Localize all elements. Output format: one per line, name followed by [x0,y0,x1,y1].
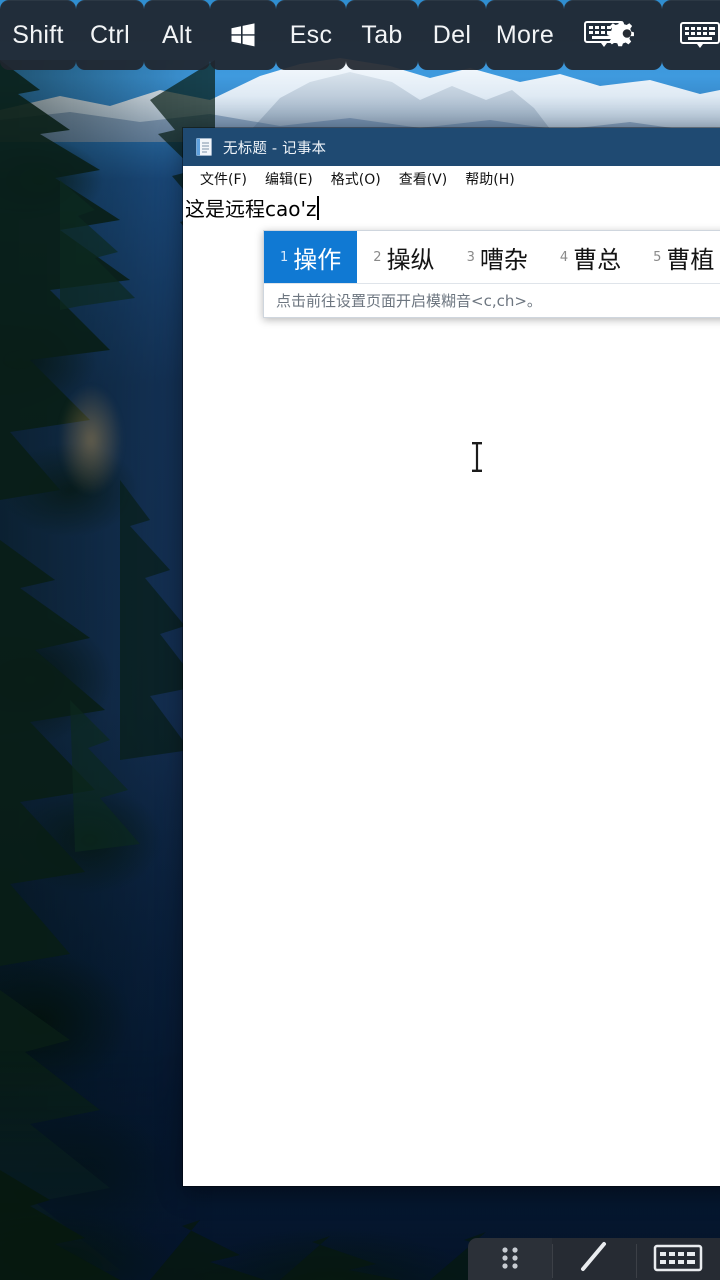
ime-candidate-1-index: 1 [280,249,289,265]
ime-candidate-1-word: 操作 [293,245,342,274]
key-esc-button[interactable]: Esc [276,0,346,70]
notepad-icon [195,137,213,157]
key-ctrl-button[interactable]: Ctrl [76,0,144,70]
ime-candidate-2[interactable]: 2 操纵 [357,231,450,283]
keyboard-settings-icon [582,16,644,54]
ime-candidate-4[interactable]: 4 曹总 [544,231,637,283]
key-del-button[interactable]: Del [418,0,486,70]
ime-candidate-4-index: 4 [559,249,569,265]
ime-candidate-5[interactable]: 5 曹植 [637,231,720,283]
ime-candidate-2-word: 操纵 [386,245,435,274]
back-slash-icon [576,1240,612,1279]
key-alt-label: Alt [161,20,193,49]
ime-candidate-3[interactable]: 3 嘈杂 [451,231,544,283]
keyboard-icon [652,1242,704,1277]
screen: Shift Ctrl Alt Esc Tab Del More 无标题 - 记事… [0,0,720,1280]
key-alt-button[interactable]: Alt [144,0,210,70]
key-del-label: Del [432,20,472,49]
ime-candidate-5-word: 曹植 [666,245,715,274]
key-more-button[interactable]: More [486,0,564,70]
key-esc-label: Esc [289,20,333,49]
key-ctrl-label: Ctrl [89,20,131,49]
ime-candidate-3-index: 3 [466,249,475,265]
notepad-text-area[interactable]: 这是远程cao'z [183,193,720,1186]
notepad-document-text: 这是远程cao'z [185,197,317,221]
ime-hint-bar[interactable]: 点击前往设置页面开启模糊音<c,ch>。 [264,283,720,317]
menu-format[interactable]: 格式(O) [322,167,390,191]
menu-file[interactable]: 文件(F) [191,167,256,191]
ime-candidate-5-index: 5 [653,249,662,265]
notepad-title: 无标题 - 记事本 [223,140,327,157]
android-nav-bar [468,1238,720,1280]
keyboard-toggle-button[interactable] [662,0,720,70]
key-windows-button[interactable] [210,0,276,70]
menu-help[interactable]: 帮助(H) [456,167,523,191]
ime-candidate-1[interactable]: 1 操作 [264,231,358,283]
menu-view[interactable]: 查看(V) [390,167,457,191]
cliff-highlight [56,380,126,500]
windows-logo-icon [229,21,257,49]
virtual-key-toolbar: Shift Ctrl Alt Esc Tab Del More [0,0,720,72]
ime-candidate-list: 1 操作 2 操纵 3 嘈杂 4 曹总 5 曹植 [264,231,720,283]
menu-edit[interactable]: 编辑(E) [256,167,322,191]
ime-candidate-2-index: 2 [373,249,382,265]
notepad-titlebar[interactable]: 无标题 - 记事本 [183,128,720,166]
dot-grid-icon [499,1244,521,1275]
key-more-label: More [495,20,555,49]
back-button[interactable] [552,1238,636,1280]
keyboard-button[interactable] [636,1238,720,1280]
key-shift-label: Shift [12,20,64,49]
keyboard-icon [677,18,720,52]
keyboard-settings-button[interactable] [564,0,662,70]
key-tab-label: Tab [361,20,403,49]
ime-candidate-window[interactable]: 1 操作 2 操纵 3 嘈杂 4 曹总 5 曹植 点击前往设置页面开启模糊音<c… [263,230,720,318]
ime-candidate-3-word: 嘈杂 [479,245,528,274]
i-beam-cursor [469,440,485,474]
key-tab-button[interactable]: Tab [346,0,418,70]
recent-apps-button[interactable] [468,1238,552,1280]
notepad-menubar: 文件(F) 编辑(E) 格式(O) 查看(V) 帮助(H) [183,166,720,193]
key-shift-button[interactable]: Shift [0,0,76,70]
ime-candidate-4-word: 曹总 [573,245,622,274]
text-caret [317,196,320,220]
